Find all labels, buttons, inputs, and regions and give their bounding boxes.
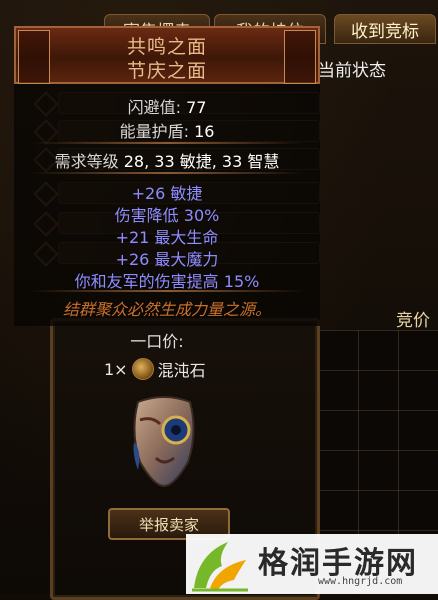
item-tooltip-header: 共鸣之面 节庆之面 xyxy=(14,26,320,84)
buyout-title: 一口价: xyxy=(130,332,184,351)
tooltip-separator xyxy=(30,172,304,174)
site-watermark: 格润手游网 www.hngrjd.com xyxy=(186,534,438,594)
leaf-logo-icon xyxy=(192,542,248,592)
flavor-text: 结群聚众必然生成力量之源。 xyxy=(62,300,271,319)
property-energy-shield: 能量护盾: 16 xyxy=(119,122,215,141)
tooltip-separator xyxy=(30,290,304,292)
item-requirements: 需求等级 28, 33 敏捷, 33 智慧 xyxy=(54,152,280,171)
item-name: 共鸣之面 xyxy=(126,36,207,58)
property-evasion: 闪避值: 77 xyxy=(127,98,207,117)
mod-line: 你和友军的伤害提高 15% xyxy=(74,272,260,291)
tooltip-separator xyxy=(30,142,304,144)
status-column-label: 当前状态 xyxy=(318,61,386,81)
buyout-quantity: 1× xyxy=(104,359,128,379)
watermark-url: www.hngrjd.com xyxy=(318,576,403,587)
mod-line: +26 最大魔力 xyxy=(115,250,219,269)
festival-mask-icon[interactable] xyxy=(128,392,200,488)
item-base-type: 节庆之面 xyxy=(126,60,207,82)
mod-line: +21 最大生命 xyxy=(115,228,219,247)
mod-line: 伤害降低 30% xyxy=(114,206,220,225)
buyout-price: 1× 混沌石 xyxy=(104,358,206,380)
buyout-currency: 混沌石 xyxy=(157,361,206,380)
mod-line: +26 敏捷 xyxy=(131,184,203,203)
chaos-orb-icon xyxy=(131,358,154,380)
price-column-label: 竞价 xyxy=(396,311,430,331)
tab-received-bids[interactable]: 收到竞标 xyxy=(334,14,436,44)
